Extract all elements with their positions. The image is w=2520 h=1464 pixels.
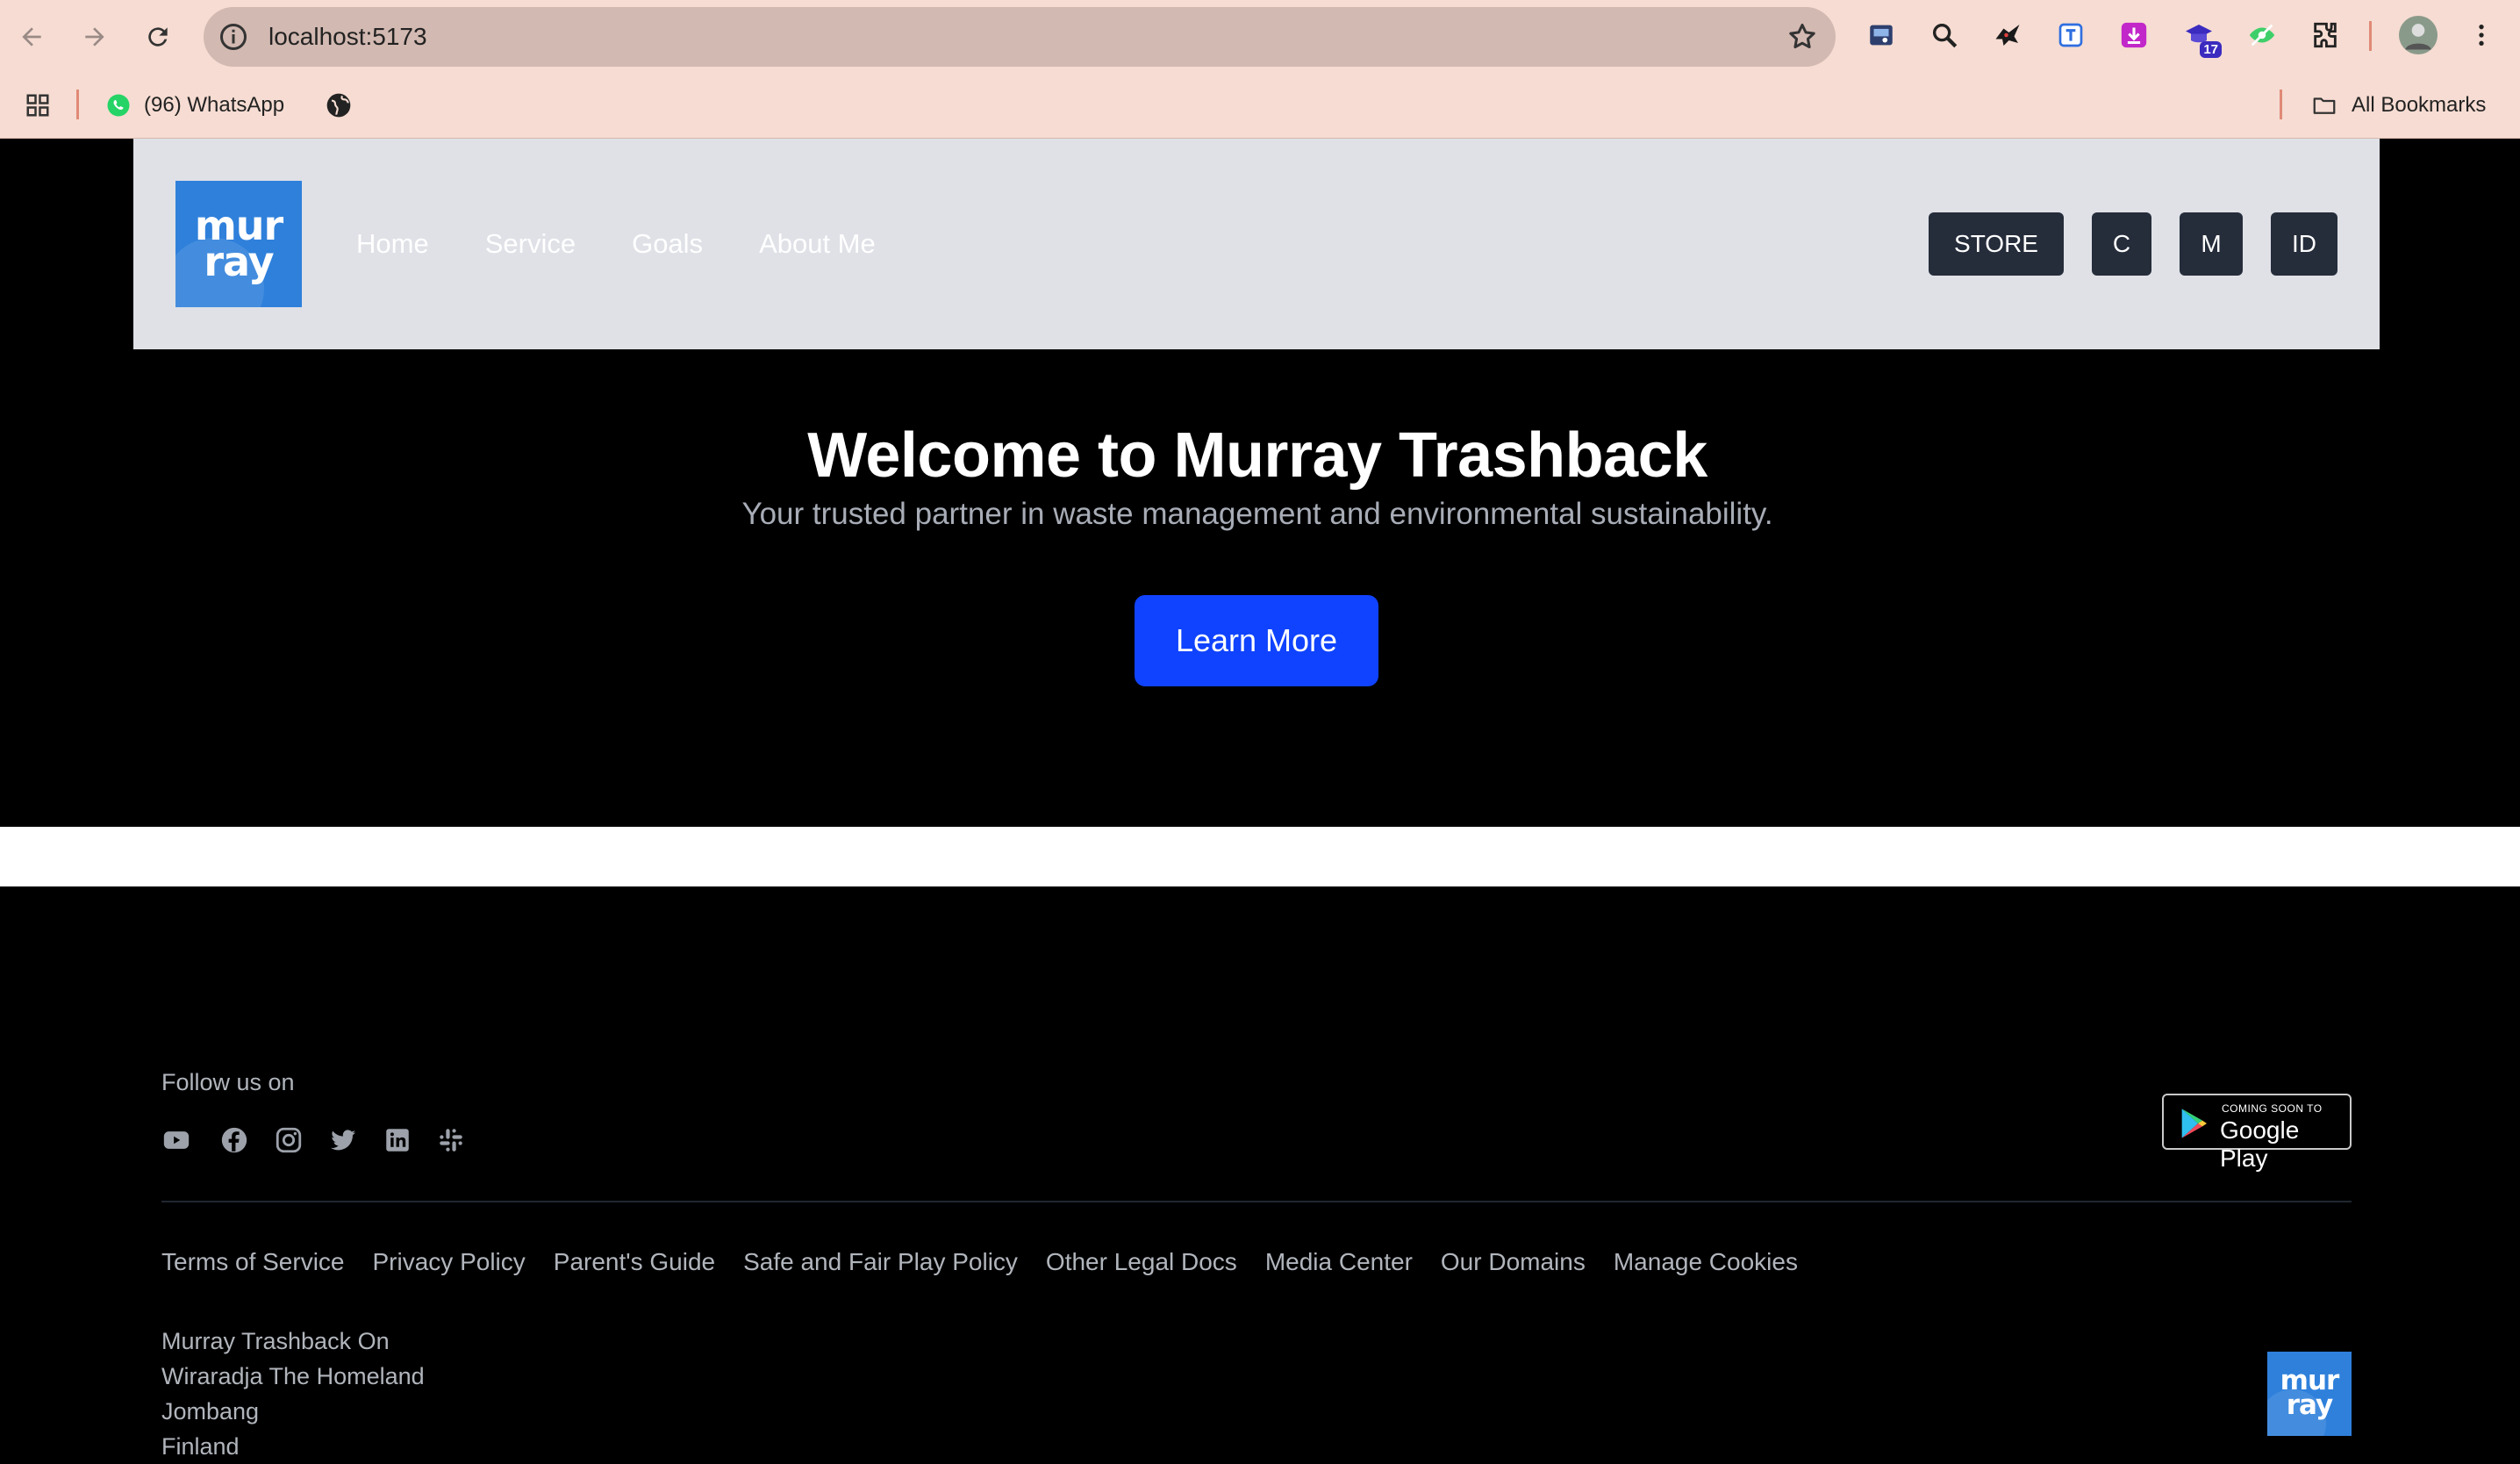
reload-button[interactable] <box>139 18 177 56</box>
google-play-badge[interactable]: COMING SOON TO Google Play <box>2162 1094 2352 1172</box>
back-button[interactable] <box>12 18 51 56</box>
menu-kebab-icon[interactable] <box>2464 18 2499 53</box>
extensions-puzzle-icon[interactable] <box>2308 18 2343 53</box>
zoom-magnifier-icon[interactable] <box>1927 18 1962 53</box>
address-line: Murray Trashback On <box>161 1328 390 1354</box>
whatsapp-icon <box>107 94 130 117</box>
badge-small-text: COMING SOON TO <box>2222 1102 2323 1115</box>
url-text[interactable]: localhost:5173 <box>268 7 427 67</box>
footer-murray-logo[interactable]: mur ray <box>2267 1352 2352 1436</box>
translate-t-icon[interactable] <box>2053 18 2088 53</box>
store-button[interactable]: STORE <box>1929 212 2064 276</box>
all-bookmarks-button[interactable]: All Bookmarks <box>2309 72 2486 139</box>
forward-arrow-icon <box>85 27 104 47</box>
toolbar: localhost:5173 17 <box>0 0 2520 72</box>
bookmarks-divider <box>76 90 79 119</box>
link-our-domains[interactable]: Our Domains <box>1441 1248 1586 1276</box>
follow-us-label: Follow us on <box>161 1069 295 1095</box>
logo-text-bottom: ray <box>2286 1389 2333 1421</box>
bookmarks-bar: (96) WhatsApp All Bookmarks <box>0 72 2520 139</box>
twitter-icon[interactable] <box>328 1125 358 1155</box>
white-divider-band <box>0 827 2520 886</box>
main-nav: Home Service Goals About Me <box>356 139 932 349</box>
logo-text-top: mur <box>2280 1365 2340 1397</box>
nav-about-me[interactable]: About Me <box>759 228 876 260</box>
site-footer: Follow us on COMING SOON TO Google Play … <box>0 886 2520 1460</box>
bookmarks-divider-right <box>2280 90 2282 119</box>
site-info-icon[interactable] <box>218 21 249 53</box>
link-privacy-policy[interactable]: Privacy Policy <box>373 1248 526 1276</box>
hero-title: Welcome to Murray Trashback <box>807 420 1707 491</box>
page: mur ray Home Service Goals About Me STOR… <box>0 139 2520 1460</box>
instagram-icon[interactable] <box>274 1125 304 1155</box>
site-header: mur ray Home Service Goals About Me STOR… <box>133 139 2380 349</box>
nav-service[interactable]: Service <box>485 228 576 260</box>
link-terms-of-service[interactable]: Terms of Service <box>161 1248 345 1276</box>
link-safe-fair-play[interactable]: Safe and Fair Play Policy <box>743 1248 1018 1276</box>
bookmark-whatsapp[interactable]: (96) WhatsApp <box>105 72 284 139</box>
m-button[interactable]: M <box>2180 212 2243 276</box>
extension-screen-icon[interactable] <box>1864 18 1899 53</box>
bookmark-label: (96) WhatsApp <box>144 93 285 117</box>
extension-graduation-icon[interactable]: 17 <box>2181 18 2222 58</box>
murray-logo[interactable]: mur ray <box>175 181 302 307</box>
address-line: Wiraradja The Homeland <box>161 1363 425 1389</box>
reload-icon <box>148 27 168 47</box>
bookmark-globe[interactable] <box>325 72 365 139</box>
link-media-center[interactable]: Media Center <box>1265 1248 1413 1276</box>
link-parents-guide[interactable]: Parent's Guide <box>554 1248 715 1276</box>
badge-big-text: Google Play <box>2220 1116 2300 1172</box>
globe-icon <box>326 93 351 118</box>
logo-text-bottom: ray <box>204 238 274 285</box>
youtube-icon[interactable] <box>161 1125 191 1155</box>
extension-badge: 17 <box>2200 41 2222 58</box>
folder-icon <box>2313 97 2336 114</box>
google-play-icon <box>2181 1109 2207 1138</box>
footer-links: Terms of Service Privacy Policy Parent's… <box>161 1248 1826 1276</box>
id-button[interactable]: ID <box>2271 212 2337 276</box>
link-other-legal-docs[interactable]: Other Legal Docs <box>1046 1248 1237 1276</box>
nav-goals[interactable]: Goals <box>632 228 703 260</box>
learn-more-button[interactable]: Learn More <box>1135 595 1378 686</box>
linkedin-icon[interactable] <box>383 1125 412 1155</box>
extension-ninja-icon[interactable] <box>1990 18 2025 53</box>
toolbar-divider <box>2369 21 2372 51</box>
hero-subtitle: Your trusted partner in waste management… <box>741 497 1773 531</box>
slack-icon[interactable] <box>436 1125 466 1155</box>
link-manage-cookies[interactable]: Manage Cookies <box>1614 1248 1798 1276</box>
address-line: Finland <box>161 1433 240 1460</box>
facebook-icon[interactable] <box>219 1125 249 1155</box>
profile-avatar[interactable] <box>2399 16 2438 54</box>
back-arrow-icon <box>22 27 41 47</box>
apps-grid-icon[interactable] <box>25 72 63 139</box>
nav-home[interactable]: Home <box>356 228 429 260</box>
bookmark-star-icon[interactable] <box>1786 21 1818 53</box>
forward-button[interactable] <box>75 18 114 56</box>
address-line: Jombang <box>161 1398 260 1425</box>
c-button[interactable]: C <box>2092 212 2151 276</box>
footer-divider <box>161 1201 2352 1202</box>
eye-extension-icon[interactable] <box>2244 18 2280 53</box>
browser-chrome: localhost:5173 17 (96) WhatsApp All Book… <box>0 0 2520 139</box>
address-bar[interactable]: localhost:5173 <box>204 7 1836 67</box>
download-arrow-icon[interactable] <box>2116 18 2151 53</box>
footer-address: Murray Trashback On Wiraradja The Homela… <box>161 1324 425 1464</box>
all-bookmarks-label: All Bookmarks <box>2352 93 2487 117</box>
